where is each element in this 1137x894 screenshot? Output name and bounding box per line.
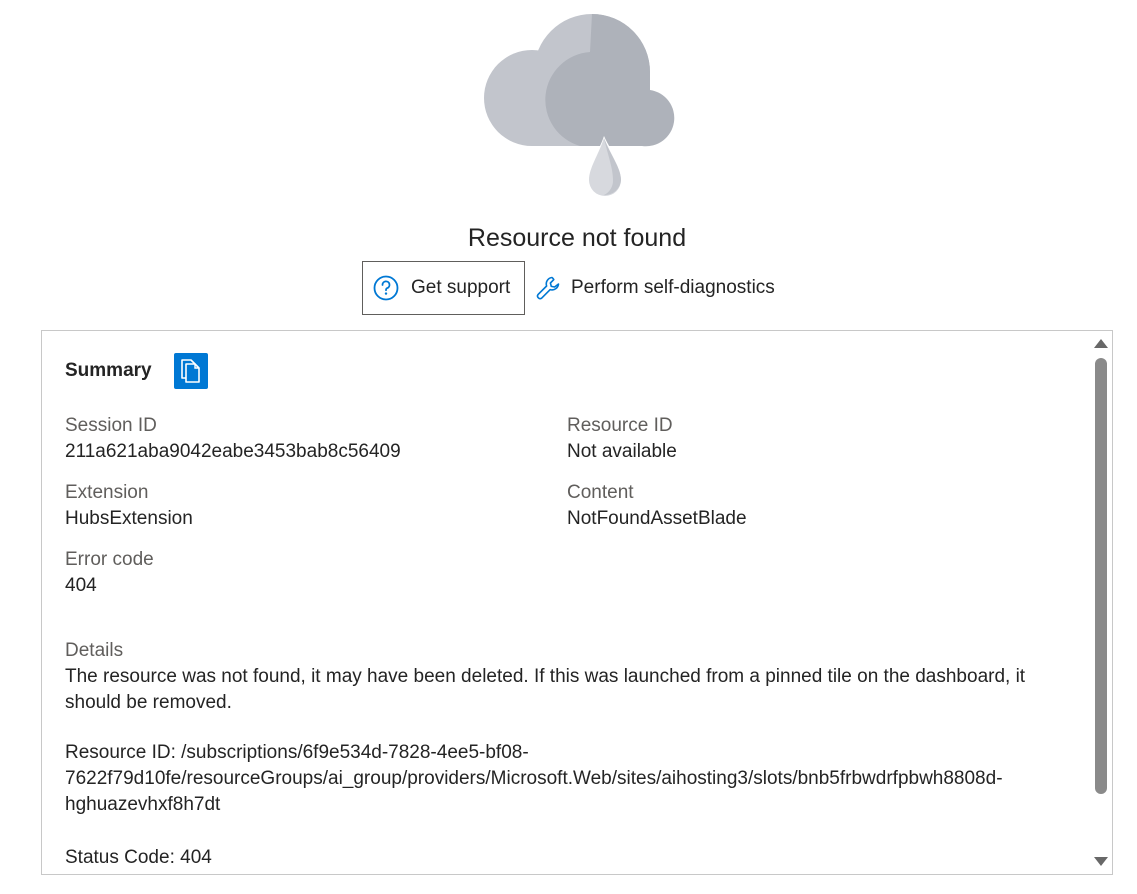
session-id-field: Session ID 211a621aba9042eabe3453bab8c56… — [65, 413, 401, 465]
extension-label: Extension — [65, 482, 149, 503]
resource-id-path-line-1: Resource ID: /subscriptions/6f9e534d-782… — [65, 742, 529, 763]
get-support-button[interactable]: Get support — [362, 261, 525, 315]
error-code-field: Error code 404 — [65, 547, 154, 599]
resource-id-path-line-3: hghuazevhxf8h7dt — [65, 792, 1065, 818]
content-field: Content NotFoundAssetBlade — [567, 480, 747, 532]
details-value: The resource was not found, it may have … — [65, 666, 1026, 713]
scroll-up-arrow-icon[interactable] — [1094, 339, 1108, 348]
session-id-label: Session ID — [65, 415, 157, 436]
page-title: Resource not found — [467, 224, 687, 252]
self-diagnostics-label: Perform self-diagnostics — [571, 277, 775, 298]
highlight-mark: hghuazevhxf8h7dt — [65, 792, 220, 818]
status-code: Status Code: 404 — [65, 847, 212, 868]
scroll-thumb[interactable] — [1095, 358, 1107, 794]
resource-id-path-highlighted: hghuazevhxf8h7dt — [65, 794, 221, 815]
extension-field: Extension HubsExtension — [65, 480, 193, 532]
summary-title: Summary — [65, 360, 152, 381]
resource-id-value: Not available — [567, 441, 677, 462]
error-page: Resource not found Get support Perform s… — [0, 0, 1137, 894]
resource-id-field: Resource ID Not available — [567, 413, 677, 465]
self-diagnostics-button[interactable]: Perform self-diagnostics — [535, 261, 775, 315]
copy-button[interactable] — [173, 353, 208, 389]
session-id-value: 211a621aba9042eabe3453bab8c56409 — [65, 441, 401, 462]
error-code-label: Error code — [65, 549, 154, 570]
content-label: Content — [567, 482, 634, 503]
resource-id-label: Resource ID — [567, 415, 673, 436]
resource-id-path: Resource ID: /subscriptions/6f9e534d-782… — [65, 740, 1065, 818]
get-support-label: Get support — [411, 277, 511, 298]
error-code-value: 404 — [65, 575, 97, 596]
action-bar: Get support Perform self-diagnostics — [362, 261, 775, 315]
resource-id-path-line-2: 7622f79d10fe/resourceGroups/ai_group/pro… — [65, 768, 1003, 789]
cloud-raindrop-icon — [484, 14, 675, 200]
vertical-scrollbar[interactable] — [1090, 331, 1112, 874]
details-field: Details The resource was not found, it m… — [65, 638, 1065, 716]
summary-header: Summary — [65, 353, 208, 389]
summary-panel: Summary Session ID 211a621aba9042eabe345… — [41, 330, 1113, 875]
question-circle-icon — [373, 275, 399, 301]
wrench-icon — [536, 276, 560, 300]
details-label: Details — [65, 640, 124, 661]
extension-value: HubsExtension — [65, 508, 193, 529]
copy-icon — [180, 359, 200, 383]
scroll-down-arrow-icon[interactable] — [1094, 857, 1108, 866]
content-value: NotFoundAssetBlade — [567, 508, 747, 529]
